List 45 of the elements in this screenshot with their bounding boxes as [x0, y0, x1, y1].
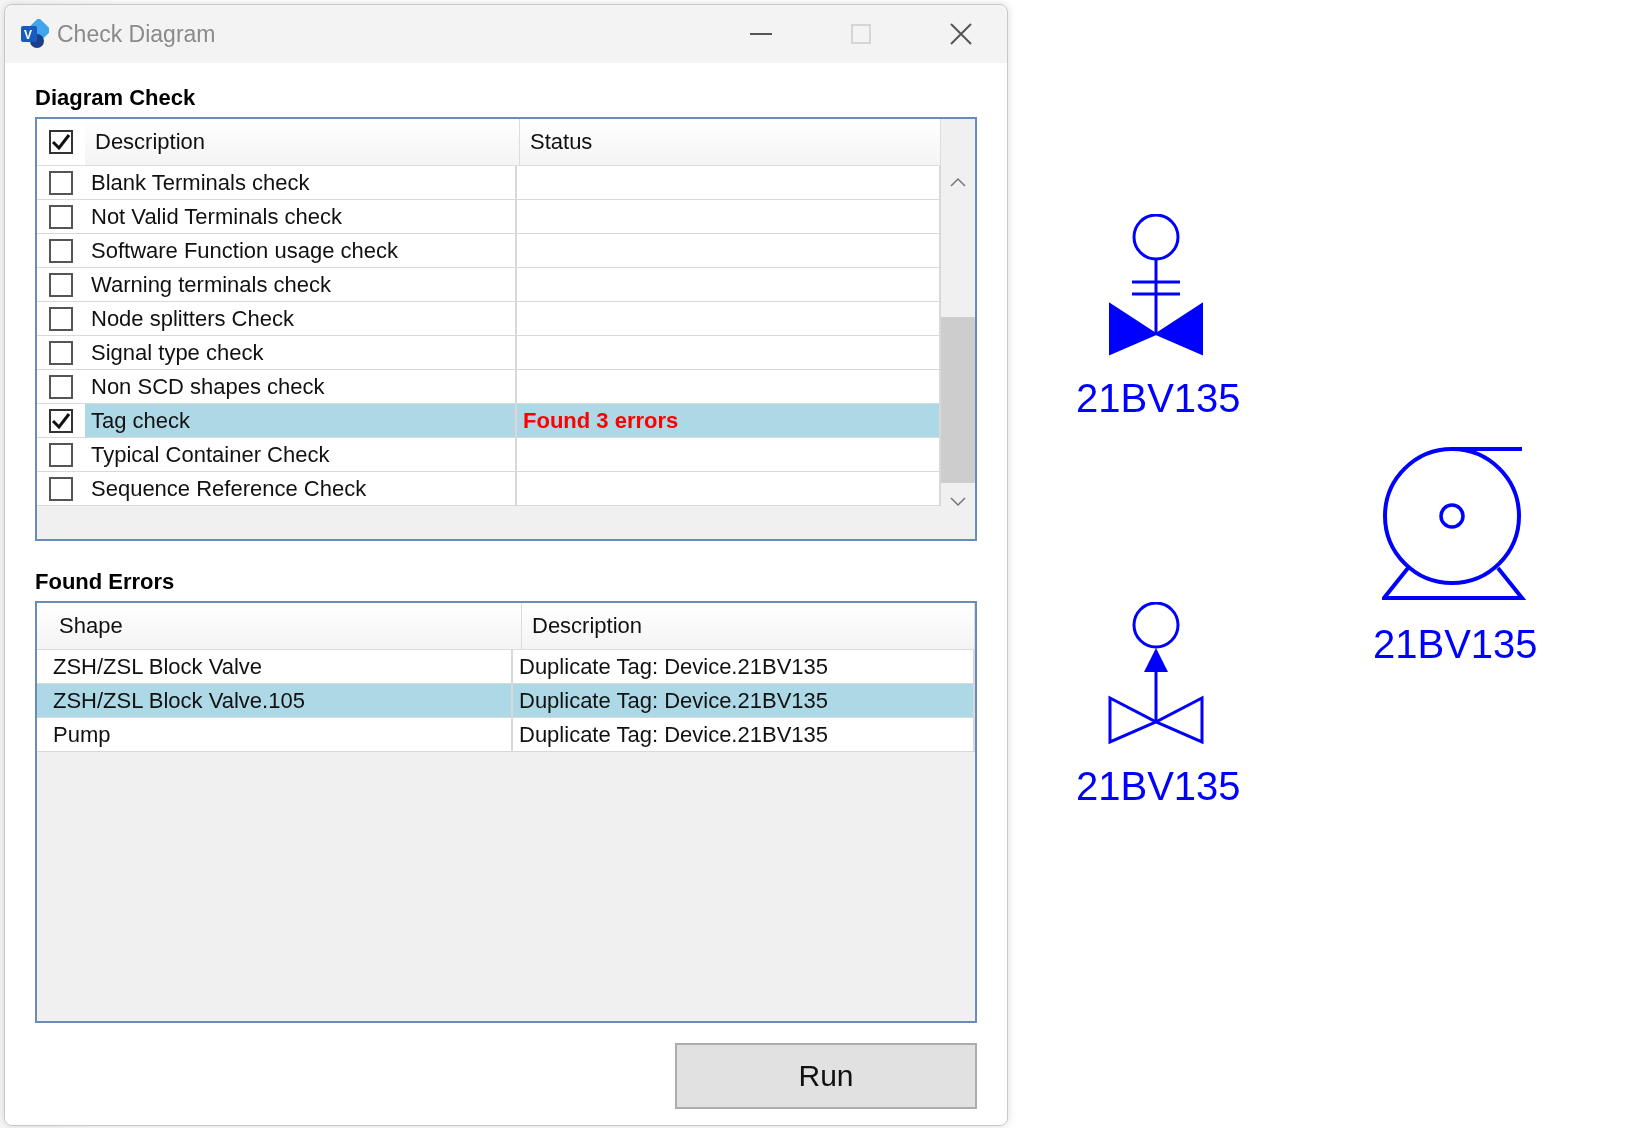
- error-row[interactable]: ZSH/ZSL Block Valve.105 Duplicate Tag: Device.21BV135: [37, 684, 975, 718]
- checkmark-icon: [51, 411, 71, 430]
- tag-label: 21BV135: [1076, 376, 1241, 421]
- check-row[interactable]: Software Function usage check: [37, 234, 941, 268]
- check-row[interactable]: Node splitters Check: [37, 302, 941, 336]
- checkbox[interactable]: [49, 238, 73, 263]
- select-all-checkbox[interactable]: [49, 130, 73, 154]
- tag-label: 21BV135: [1076, 764, 1241, 809]
- section-title: Diagram Check: [35, 85, 197, 111]
- check-row[interactable]: Signal type check: [37, 336, 941, 370]
- tag-label: 21BV135: [1373, 622, 1538, 667]
- checkbox[interactable]: [49, 408, 73, 433]
- checkbox[interactable]: [49, 442, 73, 467]
- checkbox[interactable]: [49, 272, 73, 297]
- check-row[interactable]: Typical Container Check: [37, 438, 941, 472]
- maximize-icon: [851, 24, 871, 44]
- error-row[interactable]: ZSH/ZSL Block Valve Duplicate Tag: Device.21BV135: [37, 650, 975, 684]
- table-cell: Duplicate Tag: Device.21BV135: [513, 718, 975, 751]
- minimize-icon: [750, 33, 772, 35]
- scroll-up-icon[interactable]: [950, 177, 966, 187]
- column-header[interactable]: Shape: [37, 603, 522, 649]
- checkbox[interactable]: [49, 306, 73, 331]
- scroll-thumb[interactable]: [941, 317, 975, 483]
- check-row[interactable]: Blank Terminals check: [37, 166, 941, 200]
- scroll-down-icon[interactable]: [950, 497, 966, 507]
- checkbox[interactable]: [49, 204, 73, 229]
- check-row[interactable]: Warning terminals check: [37, 268, 941, 302]
- table-cell: Sequence Reference Check: [85, 472, 517, 505]
- window-title: Check Diagram: [57, 20, 217, 48]
- section-title: Found Errors: [35, 569, 176, 595]
- table-cell: Pump: [47, 718, 513, 751]
- checkbox[interactable]: [49, 170, 73, 195]
- check-row[interactable]: Not Valid Terminals check: [37, 200, 941, 234]
- close-icon: [950, 23, 972, 45]
- check-row[interactable]: Tag check Found 3 errors: [37, 404, 941, 438]
- checkbox[interactable]: [49, 374, 73, 399]
- column-header[interactable]: Description: [85, 119, 520, 165]
- error-row[interactable]: Pump Duplicate Tag: Device.21BV135: [37, 718, 975, 752]
- run-button[interactable]: Run: [675, 1043, 977, 1109]
- column-header[interactable]: Description: [522, 603, 975, 649]
- check-row[interactable]: Non SCD shapes check: [37, 370, 941, 404]
- checkmark-icon: [51, 133, 71, 151]
- checkbox[interactable]: [49, 340, 73, 365]
- checkbox[interactable]: [49, 476, 73, 501]
- check-row[interactable]: Sequence Reference Check: [37, 472, 941, 506]
